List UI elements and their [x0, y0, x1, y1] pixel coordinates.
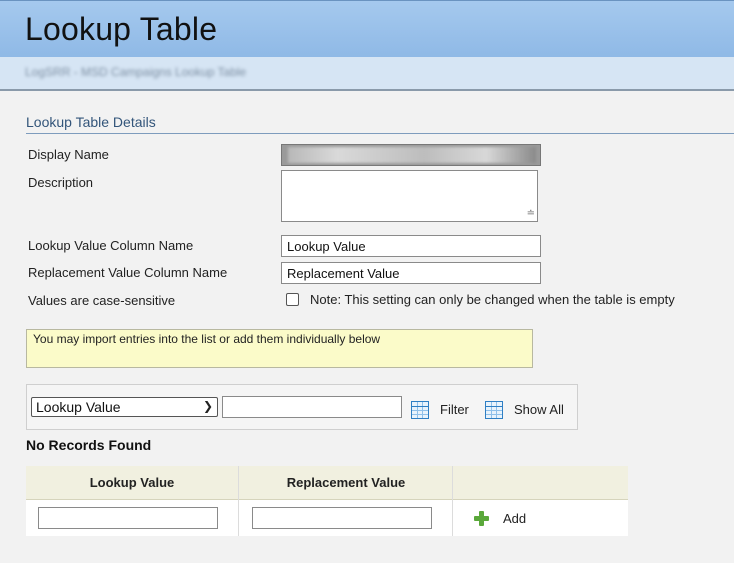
- display-name-value-blurred: [288, 147, 536, 163]
- replacement-column-input[interactable]: Replacement Value: [281, 262, 541, 284]
- page-header: Lookup Table: [0, 0, 734, 57]
- breadcrumb-bar: LogSRR - MSD Campaigns Lookup Table: [0, 57, 734, 91]
- resize-handle-icon[interactable]: ≐: [527, 209, 535, 219]
- section-divider: [26, 133, 734, 134]
- filter-column-value: Lookup Value: [36, 399, 121, 415]
- filter-column-select[interactable]: Lookup Value ❯: [31, 397, 218, 417]
- description-textarea[interactable]: ≐: [281, 170, 538, 222]
- page-title: Lookup Table: [25, 11, 218, 47]
- chevron-down-icon: ❯: [202, 399, 213, 413]
- case-sensitive-label: Values are case-sensitive: [28, 293, 176, 308]
- display-name-label: Display Name: [28, 147, 109, 162]
- show-all-button[interactable]: Show All: [514, 402, 564, 417]
- description-label: Description: [28, 175, 94, 190]
- column-divider: [238, 466, 239, 536]
- import-info-message: You may import entries into the list or …: [26, 329, 533, 368]
- case-sensitive-checkbox[interactable]: [286, 293, 299, 306]
- add-button[interactable]: Add: [503, 511, 526, 526]
- show-all-grid-icon[interactable]: [485, 401, 503, 419]
- filter-text-input[interactable]: [222, 396, 402, 418]
- add-plus-icon[interactable]: [474, 511, 489, 526]
- replacement-column-label: Replacement Value Column Name: [28, 265, 228, 280]
- new-lookup-value-input[interactable]: [38, 507, 218, 529]
- section-title: Lookup Table Details: [26, 114, 156, 130]
- new-replacement-value-input[interactable]: [252, 507, 432, 529]
- lookup-column-label: Lookup Value Column Name: [28, 238, 194, 253]
- lookup-column-input[interactable]: Lookup Value: [281, 235, 541, 257]
- filter-grid-icon[interactable]: [411, 401, 429, 419]
- column-header-replacement: Replacement Value: [286, 475, 406, 490]
- filter-button[interactable]: Filter: [440, 402, 469, 417]
- breadcrumb: LogSRR - MSD Campaigns Lookup Table: [25, 65, 247, 79]
- table-header-row: Lookup Value Replacement Value: [26, 466, 628, 500]
- case-sensitive-note: Note: This setting can only be changed w…: [310, 292, 675, 307]
- column-divider: [452, 466, 453, 536]
- display-name-field[interactable]: [281, 144, 541, 166]
- no-records-status: No Records Found: [26, 437, 152, 453]
- column-header-lookup: Lookup Value: [89, 475, 175, 490]
